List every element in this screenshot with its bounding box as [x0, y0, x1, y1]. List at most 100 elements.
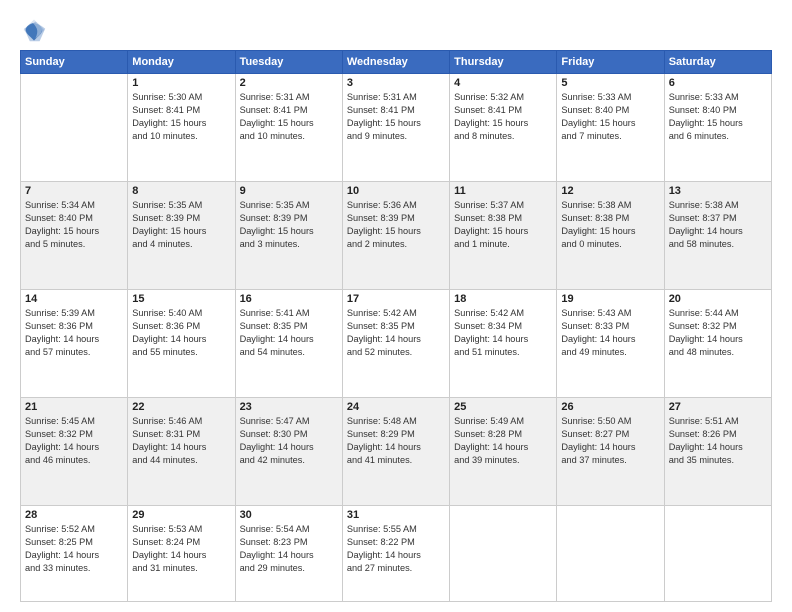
- day-number: 31: [347, 509, 445, 521]
- table-row: 21 Sunrise: 5:45 AM Sunset: 8:32 PM Dayli…: [21, 398, 128, 506]
- table-row: 29 Sunrise: 5:53 AM Sunset: 8:24 PM Dayli…: [128, 506, 235, 602]
- table-row: 10 Sunrise: 5:36 AM Sunset: 8:39 PM Dayli…: [342, 182, 449, 290]
- calendar-header-row: Sunday Monday Tuesday Wednesday Thursday…: [21, 51, 772, 74]
- table-row: 30 Sunrise: 5:54 AM Sunset: 8:23 PM Dayli…: [235, 506, 342, 602]
- day-info: Sunrise: 5:34 AM Sunset: 8:40 PM Dayligh…: [25, 199, 123, 251]
- table-row: 4Sunrise: 5:32 AM Sunset: 8:41 PM Daylig…: [450, 74, 557, 182]
- day-info: Sunrise: 5:38 AM Sunset: 8:38 PM Dayligh…: [561, 199, 659, 251]
- table-row: 13 Sunrise: 5:38 AM Sunset: 8:37 PM Dayli…: [664, 182, 771, 290]
- day-info: Sunrise: 5:40 AM Sunset: 8:36 PM Dayligh…: [132, 307, 230, 359]
- day-info: Sunrise: 5:53 AM Sunset: 8:24 PM Dayligh…: [132, 523, 230, 575]
- day-number: 6: [669, 77, 767, 89]
- table-row: [664, 506, 771, 602]
- day-info: Sunrise: 5:46 AM Sunset: 8:31 PM Dayligh…: [132, 415, 230, 467]
- day-number: 25: [454, 401, 552, 413]
- day-info: Sunrise: 5:38 AM Sunset: 8:37 PM Dayligh…: [669, 199, 767, 251]
- day-info: Sunrise: 5:45 AM Sunset: 8:32 PM Dayligh…: [25, 415, 123, 467]
- day-number: 9: [240, 185, 338, 197]
- logo-icon: [20, 16, 48, 44]
- calendar-table: Sunday Monday Tuesday Wednesday Thursday…: [20, 50, 772, 602]
- day-number: 15: [132, 293, 230, 305]
- day-info: Sunrise: 5:30 AM Sunset: 8:41 PM Dayligh…: [132, 91, 230, 143]
- day-number: 14: [25, 293, 123, 305]
- table-row: 1Sunrise: 5:30 AM Sunset: 8:41 PM Daylig…: [128, 74, 235, 182]
- day-number: 30: [240, 509, 338, 521]
- day-number: 26: [561, 401, 659, 413]
- day-number: 7: [25, 185, 123, 197]
- table-row: 17Sunrise: 5:42 AM Sunset: 8:35 PM Dayli…: [342, 290, 449, 398]
- day-info: Sunrise: 5:41 AM Sunset: 8:35 PM Dayligh…: [240, 307, 338, 359]
- table-row: 23 Sunrise: 5:47 AM Sunset: 8:30 PM Dayli…: [235, 398, 342, 506]
- day-number: 11: [454, 185, 552, 197]
- day-number: 28: [25, 509, 123, 521]
- table-row: 15 Sunrise: 5:40 AM Sunset: 8:36 PM Dayli…: [128, 290, 235, 398]
- day-number: 10: [347, 185, 445, 197]
- day-number: 13: [669, 185, 767, 197]
- table-row: 19 Sunrise: 5:43 AM Sunset: 8:33 PM Dayli…: [557, 290, 664, 398]
- table-row: 31Sunrise: 5:55 AM Sunset: 8:22 PM Dayli…: [342, 506, 449, 602]
- day-info: Sunrise: 5:49 AM Sunset: 8:28 PM Dayligh…: [454, 415, 552, 467]
- day-number: 19: [561, 293, 659, 305]
- day-number: 16: [240, 293, 338, 305]
- day-number: 24: [347, 401, 445, 413]
- day-info: Sunrise: 5:42 AM Sunset: 8:35 PM Dayligh…: [347, 307, 445, 359]
- table-row: 11Sunrise: 5:37 AM Sunset: 8:38 PM Dayli…: [450, 182, 557, 290]
- table-row: 6 Sunrise: 5:33 AM Sunset: 8:40 PM Daylig…: [664, 74, 771, 182]
- day-info: Sunrise: 5:39 AM Sunset: 8:36 PM Dayligh…: [25, 307, 123, 359]
- table-row: [21, 74, 128, 182]
- table-row: 8Sunrise: 5:35 AM Sunset: 8:39 PM Daylig…: [128, 182, 235, 290]
- day-number: 12: [561, 185, 659, 197]
- table-row: 14 Sunrise: 5:39 AM Sunset: 8:36 PM Dayli…: [21, 290, 128, 398]
- day-number: 21: [25, 401, 123, 413]
- page: Sunday Monday Tuesday Wednesday Thursday…: [0, 0, 792, 612]
- day-number: 23: [240, 401, 338, 413]
- day-number: 20: [669, 293, 767, 305]
- table-row: 25 Sunrise: 5:49 AM Sunset: 8:28 PM Dayli…: [450, 398, 557, 506]
- day-info: Sunrise: 5:31 AM Sunset: 8:41 PM Dayligh…: [347, 91, 445, 143]
- col-monday: Monday: [128, 51, 235, 74]
- header: [20, 16, 772, 44]
- day-info: Sunrise: 5:36 AM Sunset: 8:39 PM Dayligh…: [347, 199, 445, 251]
- table-row: 9 Sunrise: 5:35 AM Sunset: 8:39 PM Daylig…: [235, 182, 342, 290]
- day-info: Sunrise: 5:42 AM Sunset: 8:34 PM Dayligh…: [454, 307, 552, 359]
- day-info: Sunrise: 5:47 AM Sunset: 8:30 PM Dayligh…: [240, 415, 338, 467]
- day-info: Sunrise: 5:52 AM Sunset: 8:25 PM Dayligh…: [25, 523, 123, 575]
- day-info: Sunrise: 5:51 AM Sunset: 8:26 PM Dayligh…: [669, 415, 767, 467]
- day-number: 22: [132, 401, 230, 413]
- table-row: [557, 506, 664, 602]
- table-row: 18 Sunrise: 5:42 AM Sunset: 8:34 PM Dayli…: [450, 290, 557, 398]
- table-row: 12 Sunrise: 5:38 AM Sunset: 8:38 PM Dayli…: [557, 182, 664, 290]
- table-row: 16 Sunrise: 5:41 AM Sunset: 8:35 PM Dayli…: [235, 290, 342, 398]
- day-number: 4: [454, 77, 552, 89]
- col-thursday: Thursday: [450, 51, 557, 74]
- day-info: Sunrise: 5:54 AM Sunset: 8:23 PM Dayligh…: [240, 523, 338, 575]
- logo: [20, 16, 52, 44]
- table-row: 20Sunrise: 5:44 AM Sunset: 8:32 PM Dayli…: [664, 290, 771, 398]
- col-saturday: Saturday: [664, 51, 771, 74]
- table-row: 3 Sunrise: 5:31 AM Sunset: 8:41 PM Daylig…: [342, 74, 449, 182]
- table-row: 2Sunrise: 5:31 AM Sunset: 8:41 PM Daylig…: [235, 74, 342, 182]
- col-sunday: Sunday: [21, 51, 128, 74]
- col-friday: Friday: [557, 51, 664, 74]
- table-row: 5Sunrise: 5:33 AM Sunset: 8:40 PM Daylig…: [557, 74, 664, 182]
- day-number: 18: [454, 293, 552, 305]
- day-info: Sunrise: 5:33 AM Sunset: 8:40 PM Dayligh…: [669, 91, 767, 143]
- day-number: 8: [132, 185, 230, 197]
- day-info: Sunrise: 5:35 AM Sunset: 8:39 PM Dayligh…: [240, 199, 338, 251]
- table-row: 22 Sunrise: 5:46 AM Sunset: 8:31 PM Dayli…: [128, 398, 235, 506]
- day-info: Sunrise: 5:33 AM Sunset: 8:40 PM Dayligh…: [561, 91, 659, 143]
- table-row: 24 Sunrise: 5:48 AM Sunset: 8:29 PM Dayli…: [342, 398, 449, 506]
- table-row: 27 Sunrise: 5:51 AM Sunset: 8:26 PM Dayli…: [664, 398, 771, 506]
- col-tuesday: Tuesday: [235, 51, 342, 74]
- col-wednesday: Wednesday: [342, 51, 449, 74]
- day-info: Sunrise: 5:48 AM Sunset: 8:29 PM Dayligh…: [347, 415, 445, 467]
- table-row: 26 Sunrise: 5:50 AM Sunset: 8:27 PM Dayli…: [557, 398, 664, 506]
- day-number: 3: [347, 77, 445, 89]
- table-row: [450, 506, 557, 602]
- day-info: Sunrise: 5:50 AM Sunset: 8:27 PM Dayligh…: [561, 415, 659, 467]
- day-number: 2: [240, 77, 338, 89]
- day-number: 27: [669, 401, 767, 413]
- table-row: 28 Sunrise: 5:52 AM Sunset: 8:25 PM Dayli…: [21, 506, 128, 602]
- day-info: Sunrise: 5:43 AM Sunset: 8:33 PM Dayligh…: [561, 307, 659, 359]
- day-number: 29: [132, 509, 230, 521]
